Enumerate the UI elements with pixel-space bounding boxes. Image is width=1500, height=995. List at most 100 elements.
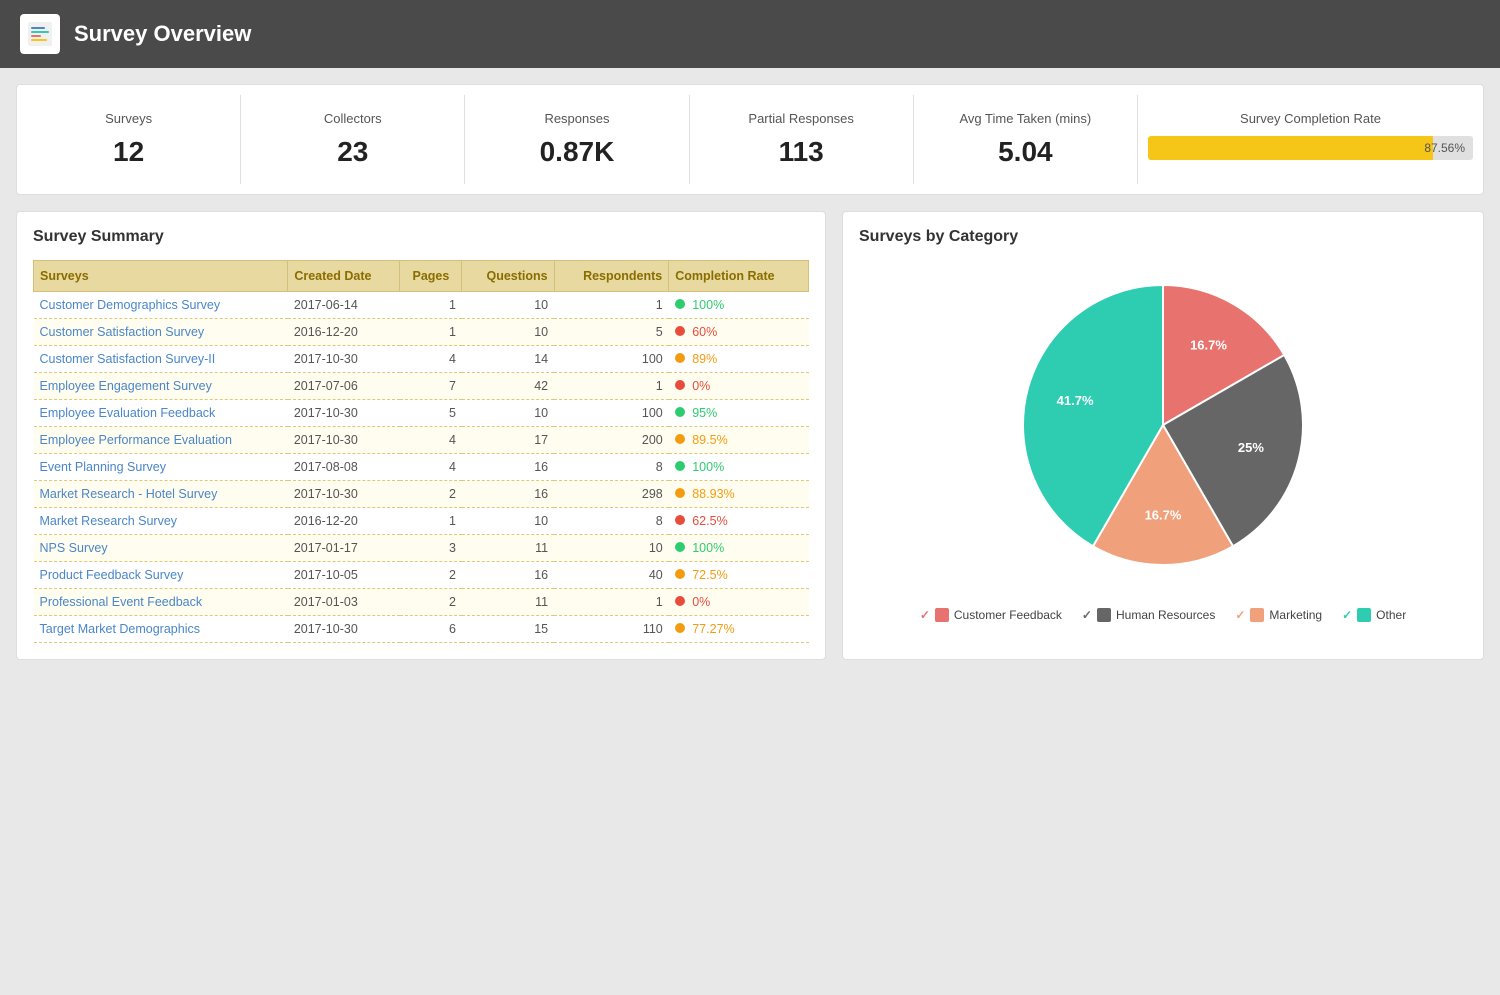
completion-dot (675, 623, 685, 633)
row-questions: 11 (462, 535, 554, 562)
table-row: Employee Engagement Survey 2017-07-06 7 … (34, 373, 809, 400)
row-name[interactable]: Employee Performance Evaluation (34, 427, 288, 454)
completion-bar: 87.56% (1148, 136, 1473, 160)
row-name[interactable]: Customer Demographics Survey (34, 292, 288, 319)
table-row: Customer Satisfaction Survey 2016-12-20 … (34, 319, 809, 346)
completion-rate: 89% (692, 352, 717, 366)
row-name[interactable]: NPS Survey (34, 535, 288, 562)
category-title: Surveys by Category (859, 228, 1467, 246)
row-respondents: 110 (554, 616, 669, 643)
col-pages: Pages (400, 261, 462, 292)
row-questions: 10 (462, 400, 554, 427)
completion-rate: 60% (692, 325, 717, 339)
row-date: 2017-10-30 (288, 616, 400, 643)
stat-partial-value: 113 (700, 136, 903, 168)
completion-dot (675, 353, 685, 363)
row-pages: 1 (400, 292, 462, 319)
row-respondents: 100 (554, 400, 669, 427)
row-completion: 0% (669, 373, 809, 400)
table-row: Customer Satisfaction Survey-II 2017-10-… (34, 346, 809, 373)
stat-surveys: Surveys 12 (17, 95, 241, 184)
row-respondents: 1 (554, 292, 669, 319)
row-questions: 17 (462, 427, 554, 454)
survey-summary-panel: Survey Summary Surveys Created Date Page… (16, 211, 826, 660)
row-questions: 10 (462, 319, 554, 346)
row-questions: 42 (462, 373, 554, 400)
row-name[interactable]: Market Research - Hotel Survey (34, 481, 288, 508)
row-pages: 5 (400, 400, 462, 427)
row-completion: 100% (669, 535, 809, 562)
row-pages: 4 (400, 346, 462, 373)
bottom-row: Survey Summary Surveys Created Date Page… (16, 211, 1484, 660)
row-pages: 2 (400, 589, 462, 616)
stat-collectors-label: Collectors (251, 111, 454, 126)
row-pages: 4 (400, 427, 462, 454)
app-icon (20, 14, 60, 54)
row-respondents: 100 (554, 346, 669, 373)
row-questions: 11 (462, 589, 554, 616)
completion-rate: 77.27% (692, 622, 734, 636)
row-date: 2017-10-30 (288, 400, 400, 427)
row-name[interactable]: Customer Satisfaction Survey (34, 319, 288, 346)
stat-completion-label: Survey Completion Rate (1148, 111, 1473, 126)
table-row: Customer Demographics Survey 2017-06-14 … (34, 292, 809, 319)
row-completion: 0% (669, 589, 809, 616)
legend-swatch (1250, 608, 1264, 622)
completion-dot (675, 542, 685, 552)
completion-rate: 100% (692, 298, 724, 312)
completion-dot (675, 461, 685, 471)
stat-avgtime-value: 5.04 (924, 136, 1127, 168)
completion-rate: 95% (692, 406, 717, 420)
row-questions: 10 (462, 292, 554, 319)
survey-table: Surveys Created Date Pages Questions Res… (33, 260, 809, 643)
col-respondents: Respondents (554, 261, 669, 292)
legend-check: ✓ (1235, 608, 1245, 622)
col-questions: Questions (462, 261, 554, 292)
table-row: Event Planning Survey 2017-08-08 4 16 8 … (34, 454, 809, 481)
row-name[interactable]: Event Planning Survey (34, 454, 288, 481)
completion-bar-fill (1148, 136, 1433, 160)
row-completion: 60% (669, 319, 809, 346)
table-row: Professional Event Feedback 2017-01-03 2… (34, 589, 809, 616)
row-name[interactable]: Professional Event Feedback (34, 589, 288, 616)
stat-responses: Responses 0.87K (465, 95, 689, 184)
row-completion: 95% (669, 400, 809, 427)
stat-partial-label: Partial Responses (700, 111, 903, 126)
completion-dot (675, 515, 685, 525)
pie-container: 16.7%25%16.7%41.7% ✓Customer Feedback✓Hu… (859, 260, 1467, 622)
row-respondents: 1 (554, 589, 669, 616)
completion-rate: 0% (692, 379, 710, 393)
row-questions: 10 (462, 508, 554, 535)
row-completion: 72.5% (669, 562, 809, 589)
pie-chart: 16.7%25%16.7%41.7% (1003, 270, 1323, 590)
row-name[interactable]: Product Feedback Survey (34, 562, 288, 589)
legend-item: ✓Other (1342, 608, 1406, 622)
category-panel: Surveys by Category 16.7%25%16.7%41.7% ✓… (842, 211, 1484, 660)
row-respondents: 298 (554, 481, 669, 508)
row-date: 2017-08-08 (288, 454, 400, 481)
row-respondents: 1 (554, 373, 669, 400)
legend-check: ✓ (920, 608, 930, 622)
completion-dot (675, 407, 685, 417)
row-name[interactable]: Employee Engagement Survey (34, 373, 288, 400)
col-date: Created Date (288, 261, 400, 292)
stat-avgtime: Avg Time Taken (mins) 5.04 (914, 95, 1138, 184)
row-pages: 3 (400, 535, 462, 562)
row-date: 2017-01-17 (288, 535, 400, 562)
row-date: 2017-06-14 (288, 292, 400, 319)
table-row: Market Research - Hotel Survey 2017-10-3… (34, 481, 809, 508)
completion-rate: 89.5% (692, 433, 727, 447)
row-name[interactable]: Target Market Demographics (34, 616, 288, 643)
row-name[interactable]: Employee Evaluation Feedback (34, 400, 288, 427)
stat-responses-label: Responses (475, 111, 678, 126)
row-completion: 100% (669, 292, 809, 319)
legend-check: ✓ (1342, 608, 1352, 622)
row-pages: 7 (400, 373, 462, 400)
row-name[interactable]: Market Research Survey (34, 508, 288, 535)
legend-swatch (1097, 608, 1111, 622)
row-name[interactable]: Customer Satisfaction Survey-II (34, 346, 288, 373)
table-row: Product Feedback Survey 2017-10-05 2 16 … (34, 562, 809, 589)
legend-item: ✓Marketing (1235, 608, 1322, 622)
pie-legend: ✓Customer Feedback✓Human Resources✓Marke… (920, 608, 1406, 622)
row-date: 2017-07-06 (288, 373, 400, 400)
